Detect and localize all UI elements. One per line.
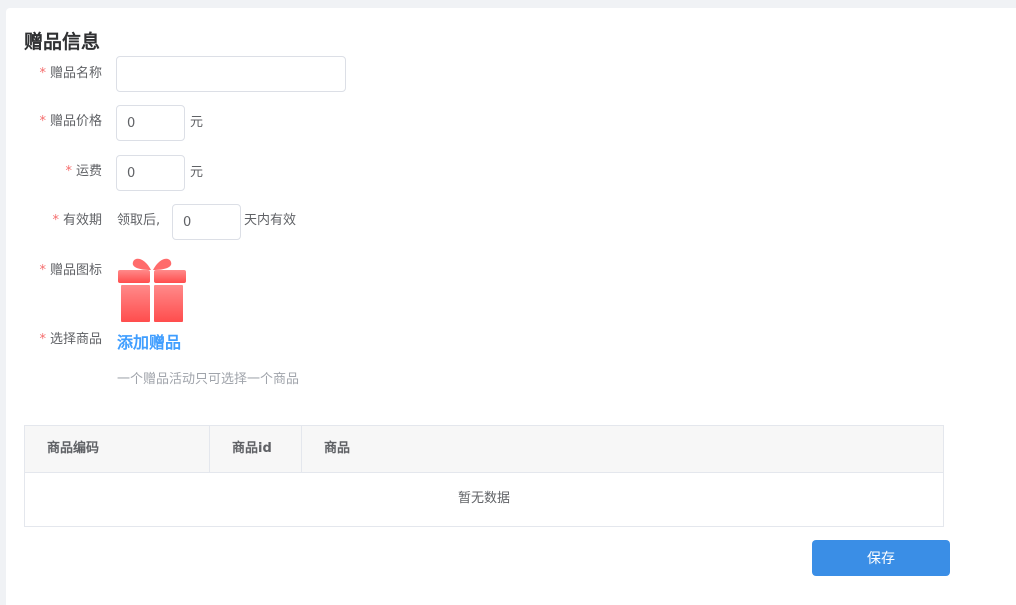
column-header-id: 商品id	[210, 426, 302, 472]
required-mark: *	[39, 114, 46, 129]
shipping-label: * 运费	[65, 164, 102, 179]
product-hint: 一个赠品活动只可选择一个商品	[117, 372, 300, 387]
table-header: 商品编码 商品id 商品	[25, 426, 943, 473]
column-header-product: 商品	[324, 441, 351, 456]
gift-icon-label: * 赠品图标	[39, 263, 102, 278]
shipping-unit: 元	[190, 165, 204, 180]
price-unit: 元	[190, 115, 204, 130]
required-mark: *	[39, 263, 46, 278]
required-mark: *	[65, 164, 72, 179]
required-mark: *	[39, 332, 46, 347]
shipping-input[interactable]	[116, 155, 185, 191]
column-header-code: 商品编码	[25, 426, 210, 472]
add-gift-link[interactable]: 添加赠品	[117, 329, 181, 353]
validity-label: * 有效期	[52, 213, 102, 228]
gift-price-label: * 赠品价格	[39, 114, 102, 129]
product-table: 商品编码 商品id 商品 暂无数据	[24, 425, 944, 527]
required-mark: *	[52, 213, 59, 228]
section-title: 赠品信息	[24, 31, 101, 53]
gift-name-label: * 赠品名称	[39, 66, 102, 81]
gift-name-input[interactable]	[116, 56, 346, 92]
validity-days-input[interactable]	[172, 204, 241, 240]
validity-suffix: 天内有效	[244, 213, 297, 228]
gift-icon[interactable]	[117, 252, 187, 324]
gift-info-panel: 赠品信息 *赠品名称 *赠品价格 元 *运费 元 *有效期 领取后, 天内有效 …	[6, 8, 1016, 605]
save-button[interactable]: 保存	[812, 540, 950, 576]
table-empty-text: 暂无数据	[457, 491, 510, 506]
gift-price-input[interactable]	[116, 105, 185, 141]
required-mark: *	[39, 66, 46, 81]
validity-prefix: 领取后,	[117, 213, 161, 228]
select-product-label: * 选择商品	[39, 332, 102, 347]
